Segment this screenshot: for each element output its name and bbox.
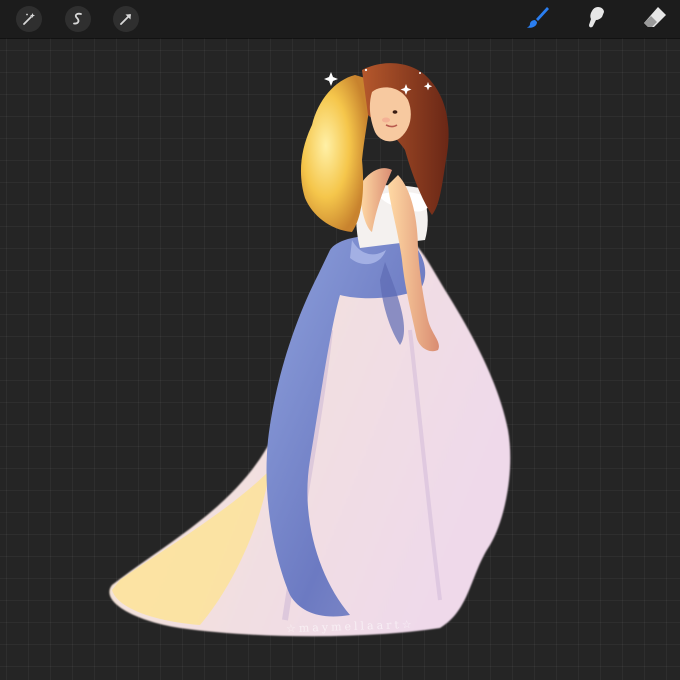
eraser-button[interactable] <box>640 4 670 34</box>
brush-button[interactable] <box>523 4 553 34</box>
smudge-icon <box>584 4 610 34</box>
eraser-icon <box>642 4 668 34</box>
adjustments-button[interactable] <box>16 6 42 32</box>
smudge-button[interactable] <box>582 4 612 34</box>
transform-arrow-icon <box>118 11 134 27</box>
selection-s-icon <box>70 11 86 27</box>
top-toolbar <box>0 0 680 38</box>
magic-wand-icon <box>21 11 37 27</box>
transform-button[interactable] <box>113 6 139 32</box>
canvas-artwork[interactable] <box>0 38 680 680</box>
brush-icon <box>525 4 551 34</box>
drawing-app: ☆maymellaart☆ <box>0 0 680 680</box>
selection-button[interactable] <box>65 6 91 32</box>
